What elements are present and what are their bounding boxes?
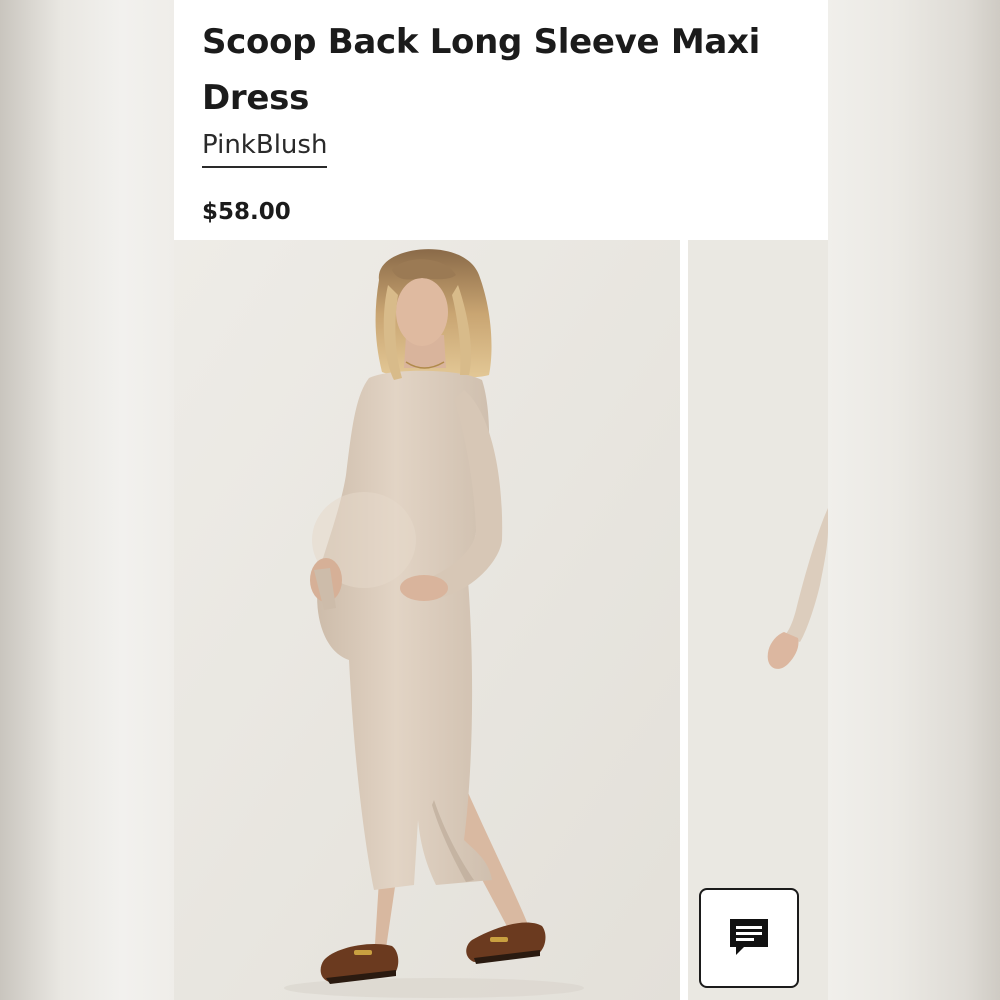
product-image-main[interactable]: [174, 240, 680, 1000]
product-image-secondary[interactable]: [688, 240, 828, 1000]
left-backdrop: [0, 0, 174, 1000]
chat-button[interactable]: [699, 888, 799, 988]
product-title: Scoop Back Long Sleeve Maxi Dress: [202, 22, 760, 118]
product-price: $58.00: [202, 199, 291, 225]
image-gallery[interactable]: [174, 240, 828, 1000]
brand-link[interactable]: PinkBlush: [202, 128, 328, 168]
chat-bubble-icon: [730, 919, 768, 955]
right-backdrop: [828, 0, 1000, 1000]
model-photo: [174, 240, 680, 1000]
arm-photo: [688, 240, 828, 1000]
product-page: Scoop Back Long Sleeve Maxi Dress PinkBl…: [174, 0, 828, 1000]
product-header: Scoop Back Long Sleeve Maxi Dress PinkBl…: [174, 0, 828, 240]
